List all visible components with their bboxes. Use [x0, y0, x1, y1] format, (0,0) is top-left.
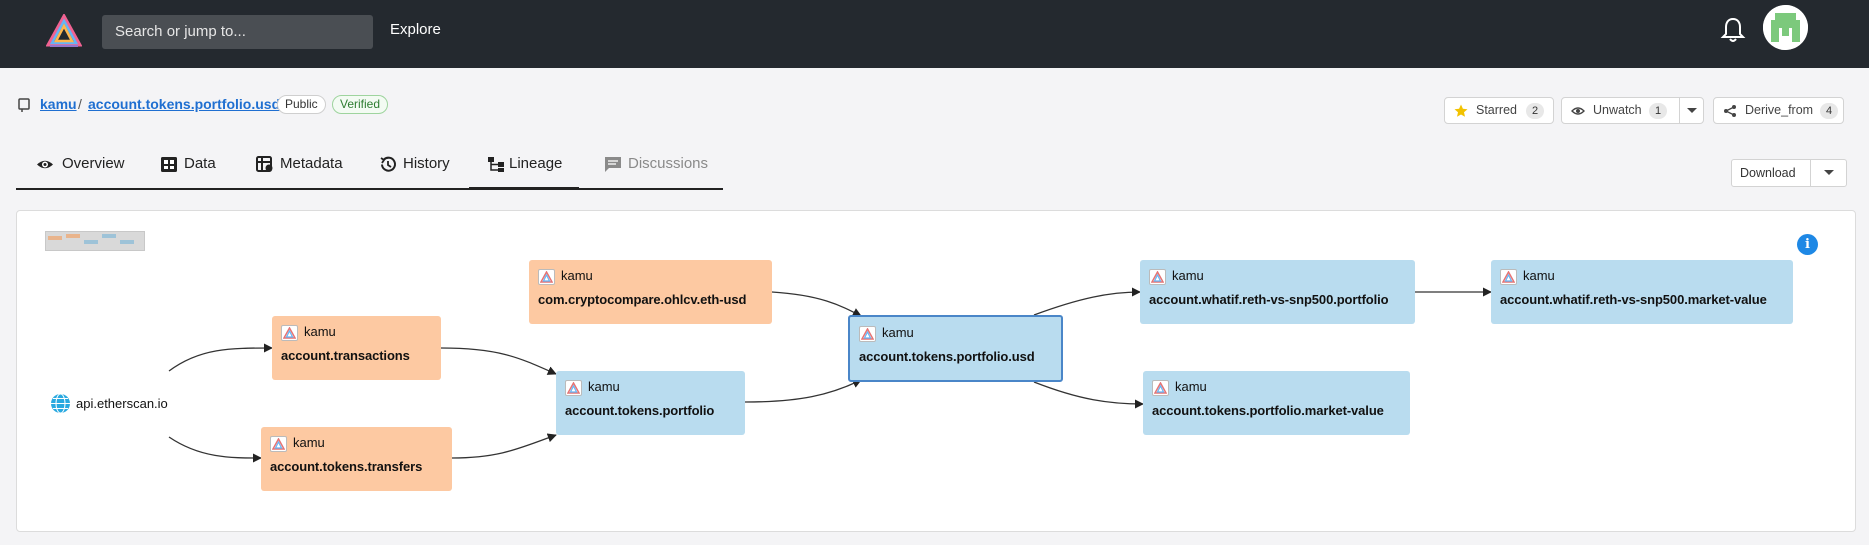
kamu-logo-icon	[565, 380, 582, 396]
edge-source-to-transfers	[168, 436, 262, 463]
lineage-node-whatif-market-value[interactable]: kamu account.whatif.reth-vs-snp500.marke…	[1491, 260, 1793, 324]
node-dataset-name: com.cryptocompare.ohlcv.eth-usd	[538, 292, 747, 307]
lineage-node-portfolio-market-value[interactable]: kamu account.tokens.portfolio.market-val…	[1143, 371, 1410, 435]
node-dataset-name: account.tokens.portfolio	[565, 403, 715, 418]
lineage-node-account-tokens-transfers[interactable]: kamu account.tokens.transfers	[261, 427, 452, 491]
edge-ohlcv-to-usd	[771, 291, 862, 317]
kamu-logo-icon	[281, 325, 298, 341]
lineage-node-account-transactions[interactable]: kamu account.transactions	[272, 316, 441, 380]
node-account: kamu	[588, 379, 620, 394]
kamu-logo-icon	[538, 269, 555, 285]
edge-transactions-to-portfolio	[440, 347, 557, 375]
node-dataset-name: account.transactions	[281, 348, 410, 363]
node-account: kamu	[1172, 268, 1204, 283]
source-label: api.etherscan.io	[76, 396, 168, 411]
edge-usd-to-market-value	[1033, 381, 1144, 409]
node-dataset-name: account.whatif.reth-vs-snp500.market-val…	[1500, 292, 1767, 307]
lineage-node-account-tokens-portfolio-usd[interactable]: kamu account.tokens.portfolio.usd	[848, 315, 1063, 382]
kamu-logo-icon	[859, 326, 876, 342]
edge-portfolio-to-usd	[744, 379, 862, 403]
lineage-node-account-tokens-portfolio[interactable]: kamu account.tokens.portfolio	[556, 371, 745, 435]
lineage-node-whatif-portfolio[interactable]: kamu account.whatif.reth-vs-snp500.portf…	[1140, 260, 1415, 324]
node-account: kamu	[882, 325, 914, 340]
node-account: kamu	[1523, 268, 1555, 283]
node-dataset-name: account.tokens.portfolio.usd	[859, 349, 1035, 364]
edge-source-to-transactions	[168, 343, 273, 372]
edge-usd-to-whatif-portfolio	[1033, 287, 1141, 316]
kamu-logo-icon	[1500, 269, 1517, 285]
node-dataset-name: account.tokens.transfers	[270, 459, 423, 474]
node-account: kamu	[293, 435, 325, 450]
node-account: kamu	[1175, 379, 1207, 394]
node-dataset-name: account.whatif.reth-vs-snp500.portfolio	[1149, 292, 1389, 307]
globe-icon	[51, 393, 70, 414]
node-account: kamu	[561, 268, 593, 283]
kamu-logo-icon	[270, 436, 287, 452]
kamu-logo-icon	[1152, 380, 1169, 396]
node-dataset-name: account.tokens.portfolio.market-value	[1152, 403, 1384, 418]
node-account: kamu	[304, 324, 336, 339]
lineage-node-cryptocompare-ohlcv[interactable]: kamu com.cryptocompare.ohlcv.eth-usd	[529, 260, 772, 324]
kamu-logo-icon	[1149, 269, 1166, 285]
edge-transfers-to-portfolio	[451, 433, 557, 459]
